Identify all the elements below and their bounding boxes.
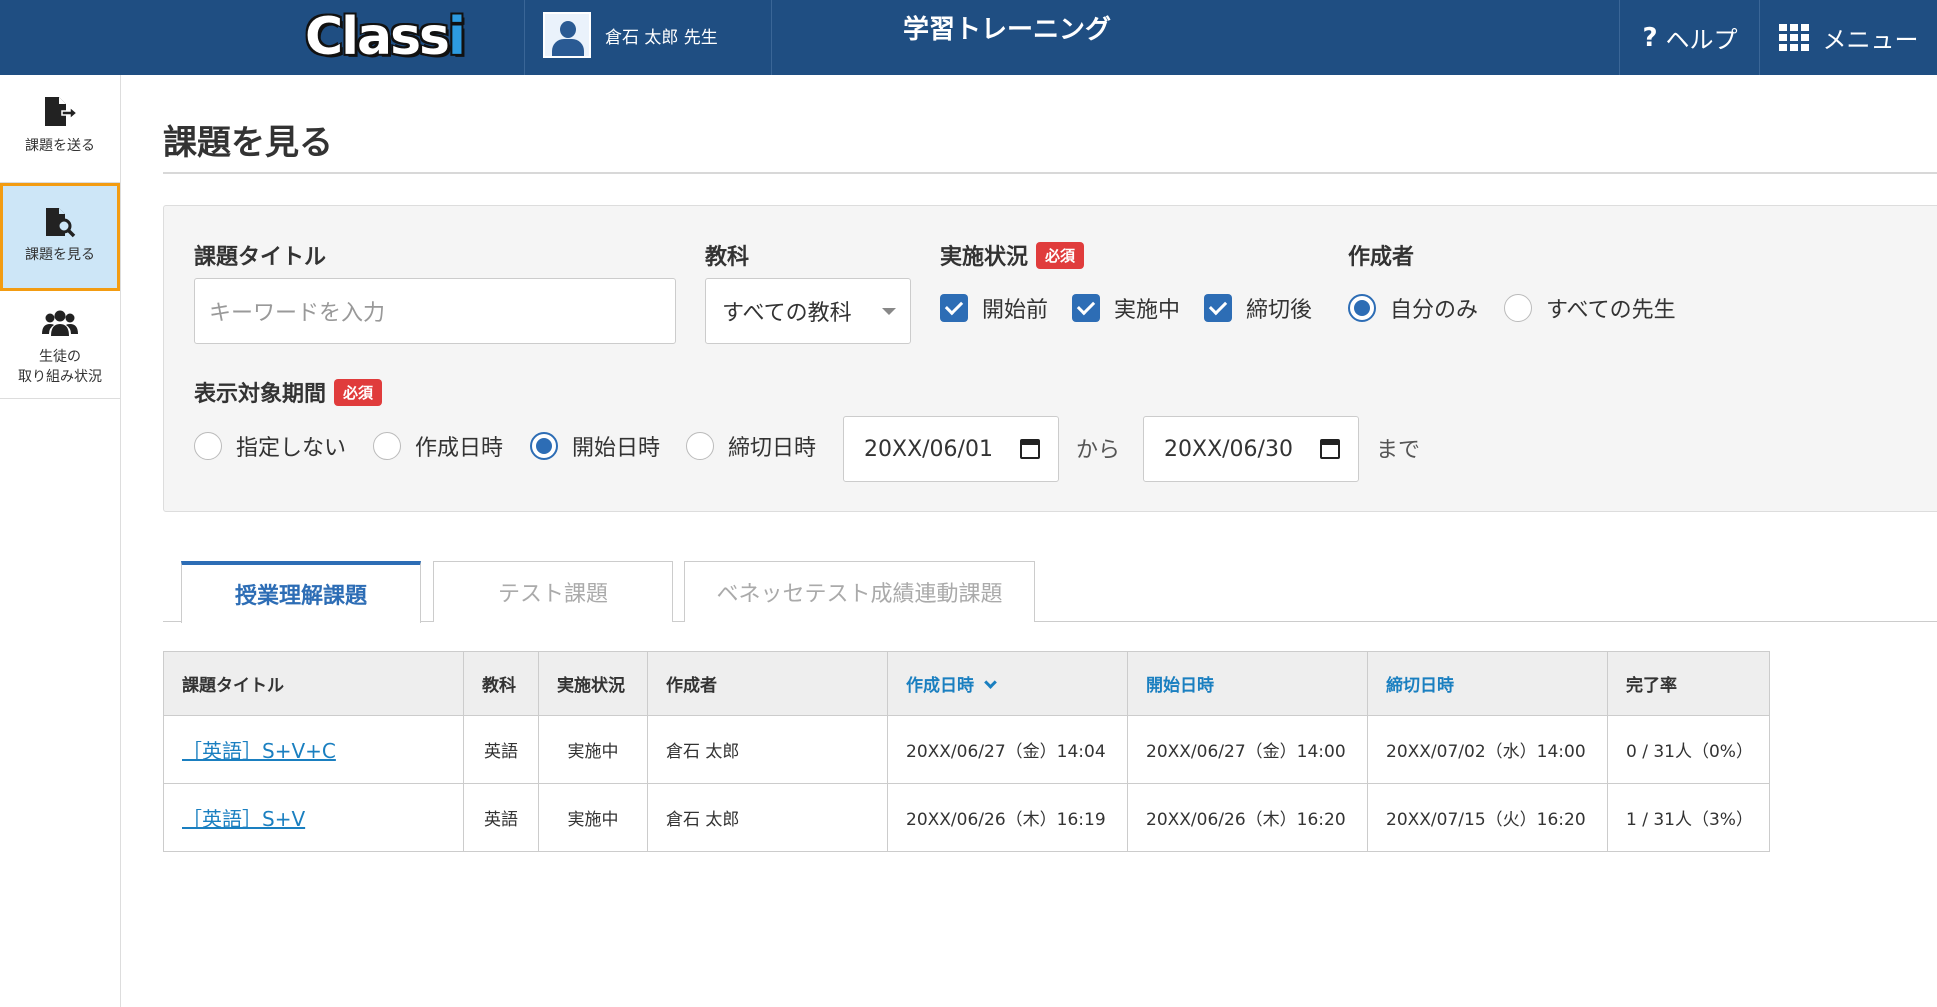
page-title: 課題を見る (163, 123, 333, 163)
status-checkbox-in-progress[interactable]: 実施中 (1072, 292, 1180, 324)
checkbox-checked-icon (940, 294, 968, 322)
help-button[interactable]: ? ヘルプ (1620, 0, 1760, 75)
divider (163, 172, 1937, 174)
start-cell: 20XX/06/27（金）14:00 (1127, 715, 1368, 784)
classi-logo[interactable]: Class i (305, 2, 466, 72)
subject-cell: 英語 (463, 715, 539, 784)
rate-cell: 1 / 31人（3%） (1607, 783, 1770, 852)
sidebar: 課題を送る 課題を見る 生徒の 取り組み状況 (0, 75, 121, 1007)
col-subject: 教科 (463, 651, 539, 716)
period-radio-none[interactable]: 指定しない (194, 430, 346, 462)
author-filter-label: 作成者 (1348, 245, 1415, 270)
period-radio-deadline[interactable]: 締切日時 (686, 430, 816, 462)
author-cell: 倉石 太郎 (647, 783, 888, 852)
file-send-icon (45, 97, 78, 126)
col-status: 実施状況 (538, 651, 648, 716)
author-radio-self[interactable]: 自分のみ (1348, 292, 1478, 324)
to-text: まで (1376, 438, 1421, 463)
radio-selected-icon (530, 432, 558, 460)
title-filter-label: 課題タイトル (194, 245, 327, 270)
created-cell: 20XX/06/26（木）16:19 (887, 783, 1128, 852)
question-icon: ? (1642, 22, 1658, 53)
radio-icon (1504, 294, 1532, 322)
period-radio-created[interactable]: 作成日時 (373, 430, 503, 462)
table-row: ［英語］S+V 英語 実施中 倉石 太郎 20XX/06/26（木）16:19 … (163, 783, 1770, 852)
col-start-sort[interactable]: 開始日時 (1127, 651, 1368, 716)
avatar (543, 12, 591, 58)
col-deadline-sort[interactable]: 締切日時 (1367, 651, 1608, 716)
sidebar-item-view-assignment[interactable]: 課題を見る (0, 183, 120, 291)
tab-benesse-test[interactable]: ベネッセテスト成績連動課題 (684, 561, 1035, 622)
menu-button[interactable]: メニュー (1760, 0, 1937, 75)
filter-panel: 課題タイトル キーワードを入力 教科 すべての教科 実施状況 必須 開始前 実施中… (163, 205, 1937, 512)
col-author: 作成者 (647, 651, 888, 716)
chevron-down-icon (882, 308, 896, 315)
tab-class-understanding[interactable]: 授業理解課題 (181, 561, 421, 623)
radio-icon (686, 432, 714, 460)
period-radio-start[interactable]: 開始日時 (530, 430, 660, 462)
chevron-down-icon (984, 676, 997, 689)
calendar-icon[interactable] (1320, 439, 1340, 459)
sidebar-divider (0, 398, 120, 399)
rate-cell: 0 / 31人（0%） (1607, 715, 1770, 784)
app-title: 学習トレーニング (902, 15, 1111, 45)
grid-menu-icon (1778, 23, 1809, 52)
date-to-input[interactable]: 20XX/06/30 (1143, 416, 1359, 482)
user-name: 倉石 太郎 先生 (605, 27, 718, 48)
status-cell: 実施中 (538, 715, 648, 784)
from-text: から (1076, 438, 1121, 463)
title-cell: ［英語］S+V (163, 783, 464, 852)
status-checkbox-before[interactable]: 開始前 (940, 292, 1048, 324)
col-title: 課題タイトル (163, 651, 464, 716)
sidebar-item-send-assignment[interactable]: 課題を送る (0, 95, 120, 185)
table-header-row: 課題タイトル 教科 実施状況 作成者 作成日時 開始日時 締切日時 完了率 (163, 651, 1770, 716)
author-radio-all[interactable]: すべての先生 (1504, 292, 1676, 324)
radio-icon (194, 432, 222, 460)
user-profile[interactable]: 倉石 太郎 先生 (543, 12, 718, 58)
header-divider (524, 0, 525, 75)
users-icon (42, 310, 78, 336)
tab-test[interactable]: テスト課題 (433, 561, 673, 622)
status-cell: 実施中 (538, 783, 648, 852)
tabs-divider (163, 621, 1937, 622)
sidebar-item-student-progress[interactable]: 生徒の 取り組み状況 (0, 308, 120, 398)
period-filter-label: 表示対象期間 必須 (194, 376, 383, 408)
col-created-sort[interactable]: 作成日時 (887, 651, 1128, 716)
status-filter-label: 実施状況 必須 (940, 239, 1085, 271)
deadline-cell: 20XX/07/02（水）14:00 (1367, 715, 1608, 784)
subject-filter-label: 教科 (705, 245, 750, 270)
author-cell: 倉石 太郎 (647, 715, 888, 784)
radio-selected-icon (1348, 294, 1376, 322)
title-cell: ［英語］S+V+C (163, 715, 464, 784)
deadline-cell: 20XX/07/15（火）16:20 (1367, 783, 1608, 852)
col-rate: 完了率 (1607, 651, 1770, 716)
assignment-link[interactable]: ［英語］S+V+C (182, 739, 336, 763)
subject-cell: 英語 (463, 783, 539, 852)
date-from-input[interactable]: 20XX/06/01 (843, 416, 1059, 482)
checkbox-checked-icon (1204, 294, 1232, 322)
created-cell: 20XX/06/27（金）14:04 (887, 715, 1128, 784)
required-badge: 必須 (334, 379, 383, 406)
radio-icon (373, 432, 401, 460)
start-cell: 20XX/06/26（木）16:20 (1127, 783, 1368, 852)
status-checkbox-closed[interactable]: 締切後 (1204, 292, 1312, 324)
subject-select[interactable]: すべての教科 (705, 278, 911, 344)
file-search-icon (46, 208, 76, 238)
checkbox-checked-icon (1072, 294, 1100, 322)
calendar-icon[interactable] (1020, 439, 1040, 459)
table-row: ［英語］S+V+C 英語 実施中 倉石 太郎 20XX/06/27（金）14:0… (163, 715, 1770, 784)
required-badge: 必須 (1036, 242, 1085, 269)
assignment-link[interactable]: ［英語］S+V (182, 807, 305, 831)
top-header: Class i 倉石 太郎 先生 学習トレーニング ? ヘルプ メニュー (0, 0, 1937, 75)
keyword-search-input[interactable]: キーワードを入力 (194, 278, 676, 344)
assignment-table: 課題タイトル 教科 実施状況 作成者 作成日時 開始日時 締切日時 完了率 ［英… (163, 651, 1770, 852)
